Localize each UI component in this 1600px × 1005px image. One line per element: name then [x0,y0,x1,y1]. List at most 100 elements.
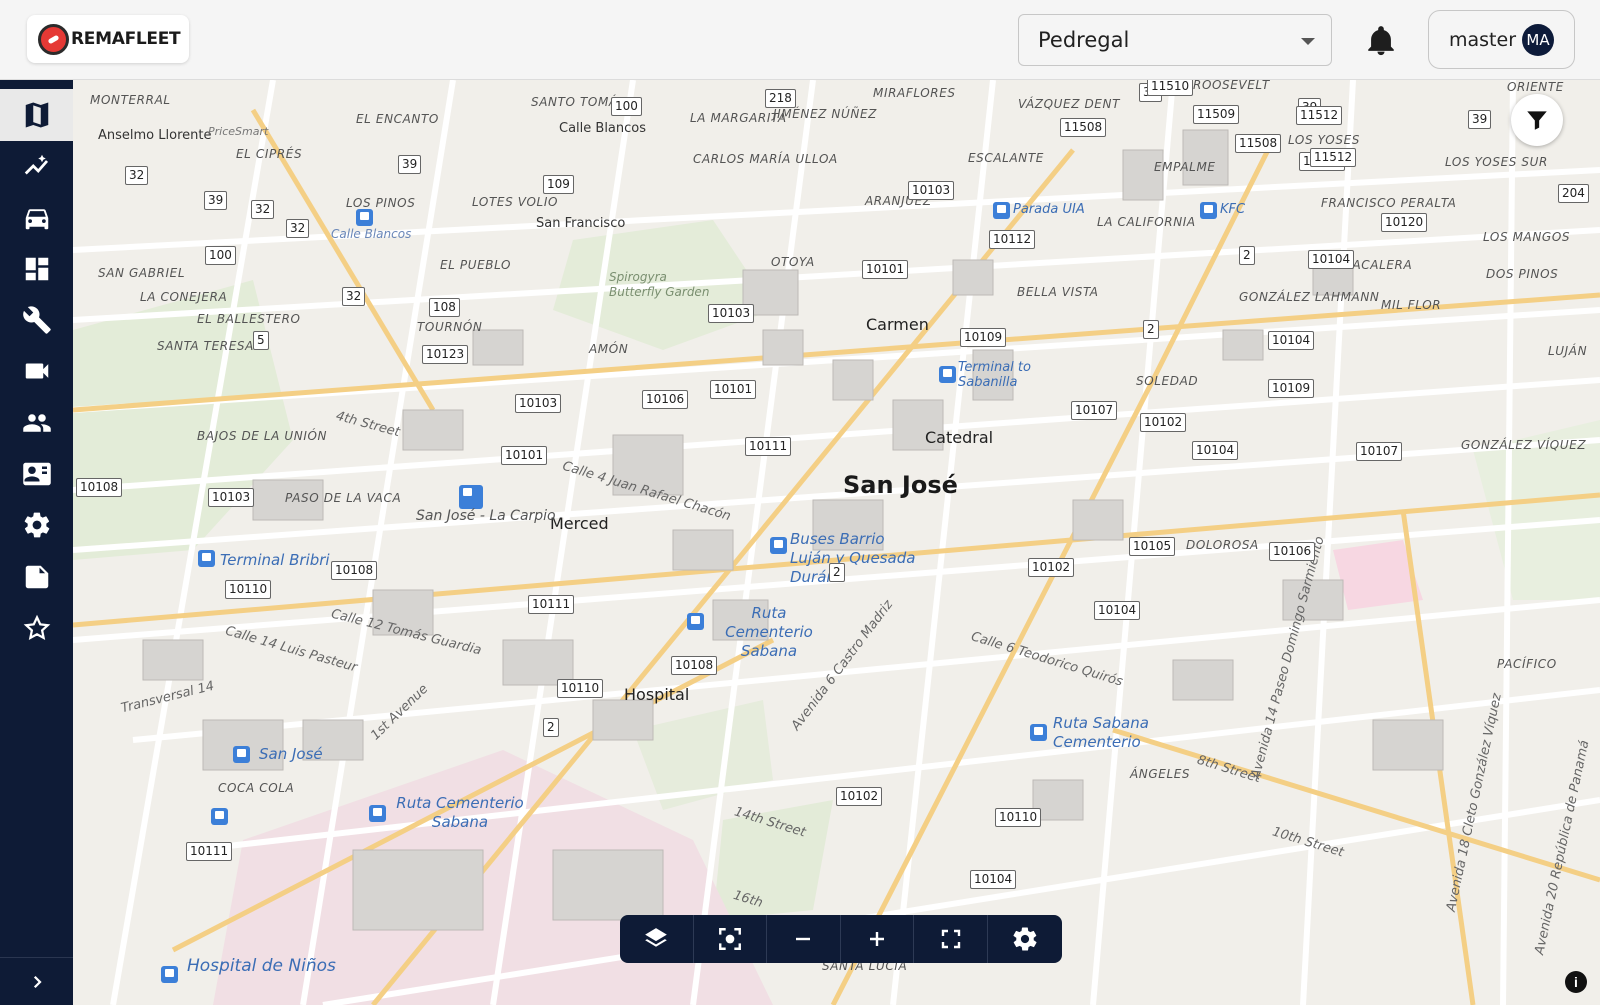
sidebar-item-video[interactable] [0,345,73,397]
route-shield: 10101 [710,380,757,399]
district-label: EL CIPRÉS [236,147,303,161]
sidebar-item-drivers[interactable] [0,397,73,449]
sidebar-item-contacts[interactable] [0,448,73,500]
district-label: LOTES VOLIO [472,195,559,209]
district-label: ESCALANTE [968,151,1044,165]
transit-label: Buses Barrio Luján y Quesada Durán [790,530,916,586]
fleet-select[interactable]: Pedregal [1018,14,1332,66]
route-shield: 2 [1143,320,1159,339]
sidebar-item-map[interactable] [0,89,73,141]
sidebar-item-dashboard[interactable] [0,243,73,295]
bus-stop-icon[interactable] [233,746,250,763]
place-label: Spirogyra Butterfly Garden [609,270,710,299]
route-shield: 10106 [642,390,689,409]
route-shield: 109 [543,175,574,194]
district-label: FRANCISCO PERALTA [1321,196,1457,210]
place-label: Calle Blancos [559,121,647,136]
route-shield: 10120 [1381,213,1428,232]
district-label: OTOYA [771,255,815,269]
sidebar-item-reports[interactable] [0,551,73,603]
bus-stop-icon[interactable] [687,613,704,630]
neighborhood-label: Carmen [866,315,929,334]
bus-stop-icon[interactable] [459,485,483,509]
map-settings-button[interactable] [988,915,1062,963]
district-label: TOURNÓN [417,320,483,334]
bus-stop-icon[interactable] [356,209,373,226]
district-label: ROOSEVELT [1193,80,1270,92]
route-shield: 11508 [1060,118,1107,137]
route-shield: 32 [125,166,149,185]
route-shield: 10111 [528,595,575,614]
place-label: PriceSmart [208,125,269,138]
transit-label: Ruta Cementerio Sabana [396,794,524,831]
transit-label: Terminal to Sabanilla [958,360,1031,390]
bus-stop-icon[interactable] [369,805,386,822]
district-label: SOLEDAD [1136,374,1199,388]
bus-stop-icon[interactable] [1030,724,1047,741]
layers-button[interactable] [620,915,694,963]
transit-label: Ruta Sabana Cementerio [1053,714,1149,751]
route-shield: 218 [765,89,796,108]
route-shield: 10108 [331,561,378,580]
settings-icon [1013,927,1037,951]
route-shield: 204 [1558,184,1589,203]
route-shield: 10101 [862,260,909,279]
bus-stop-icon[interactable] [198,550,215,567]
route-shield: 11510 [1147,80,1194,96]
focus-icon [718,928,741,950]
district-label: ORIENTE [1507,80,1564,94]
bus-stop-icon[interactable] [993,202,1010,219]
fullscreen-icon [941,929,960,949]
brand-logo[interactable]: REMAFLEET [27,15,189,63]
user-menu-button[interactable]: master MA [1428,10,1575,69]
sidebar-expand-button[interactable] [0,957,73,1005]
route-shield: 10104 [1192,441,1239,460]
neighborhood-label: Merced [550,514,609,533]
bus-stop-icon[interactable] [211,808,228,825]
district-label: DOLOROSA [1186,538,1259,552]
route-shield: 10103 [908,181,955,200]
route-shield: 10102 [1028,558,1075,577]
route-shield: 11512 [1296,106,1343,125]
attribution-info-button[interactable]: i [1565,971,1587,993]
sidebar-item-vehicles[interactable] [0,192,73,244]
district-label: LOS PINOS [346,196,416,210]
dashboard-icon [25,257,48,281]
focus-button[interactable] [694,915,768,963]
fullscreen-button[interactable] [914,915,988,963]
car-icon [25,209,48,230]
route-shield: 10103 [515,394,562,413]
route-shield: 10109 [960,328,1007,347]
star-icon [23,614,50,641]
zoom-in-button[interactable] [841,915,915,963]
bus-stop-icon[interactable] [1200,202,1217,219]
district-label: ÁNGELES [1130,767,1191,781]
district-label: BELLA VISTA [1017,285,1099,299]
filter-button[interactable] [1511,94,1563,146]
bell-icon[interactable] [1364,24,1398,58]
map-view[interactable]: MONTERRAL EL ENCANTO SANTO TOMÁS LA MARG… [73,80,1600,1005]
video-camera-icon [25,363,48,379]
district-label: GONZÁLEZ VÍQUEZ [1461,438,1587,452]
route-shield: 10110 [995,808,1042,827]
sidebar-item-favorites[interactable] [0,602,73,654]
bus-stop-icon[interactable] [161,966,178,983]
city-label: San José [843,471,958,499]
bus-stop-icon[interactable] [770,537,787,554]
district-label: LA CALIFORNIA [1097,215,1196,229]
route-shield: 10104 [970,870,1017,889]
wrench-icon [22,306,51,334]
district-label: JIMÉNEZ NÚÑEZ [773,107,877,121]
sidebar-item-settings[interactable] [0,499,73,551]
district-label: PASO DE LA VACA [285,491,402,505]
sidebar-item-maintenance[interactable] [0,294,73,346]
zoom-out-button[interactable] [767,915,841,963]
sidebar-item-analytics[interactable] [0,140,73,192]
district-label: VÁZQUEZ DENT [1018,97,1120,111]
route-shield: 10106 [1269,542,1316,561]
district-label: SANTA TERESA [157,339,254,353]
neighborhood-label: Hospital [624,685,690,704]
bus-stop-icon[interactable] [939,366,956,383]
route-shield: 11508 [1235,134,1282,153]
route-shield: 39 [204,191,228,210]
